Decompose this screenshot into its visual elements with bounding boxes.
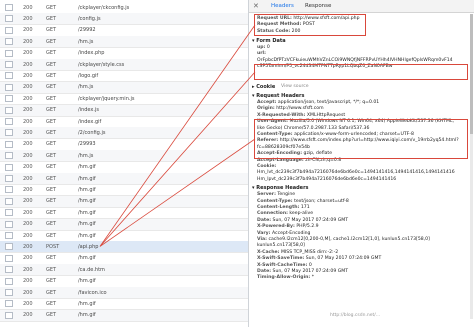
annotation-arrow	[99, 24, 256, 247]
watermark: http://blog.csdn.net/...	[330, 313, 381, 318]
annotation-arrow	[99, 71, 256, 247]
annotation-arrow	[99, 138, 256, 247]
annotation-arrows	[99, 24, 256, 247]
